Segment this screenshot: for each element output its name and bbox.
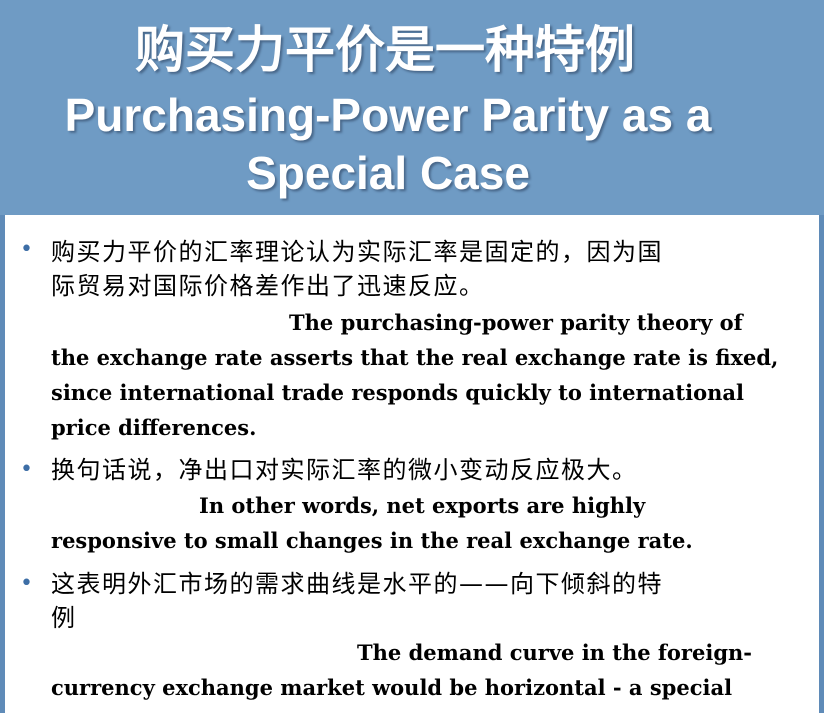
bullet-marker-1: • <box>20 237 33 262</box>
bullet-1-chinese: 购买力平价的汇率理论认为实际汇率是固定的，因为国 际贸易对国际价格差作出了迅速反… <box>51 235 811 303</box>
bullet-marker-2: • <box>20 457 33 482</box>
bullet-1-chinese-line-2: 际贸易对国际价格差作出了迅速反应。 <box>51 272 485 300</box>
slide: 购买力平价是一种特例 Purchasing-Power Parity as a … <box>0 0 824 713</box>
bullet-1-english-line-1: The purchasing-power parity theory of <box>289 310 743 335</box>
bullet-1-english-line-3: since international trade responds quick… <box>51 380 744 405</box>
bullet-1-chinese-line-1: 购买力平价的汇率理论认为实际汇率是固定的，因为国 <box>51 238 663 266</box>
bullet-1-english-line-4: price differences. <box>51 415 257 440</box>
bullet-2-chinese-line-1: 换句话说，净出口对实际汇率的微小变动反应极大。 <box>51 456 638 484</box>
bullet-marker-3: • <box>20 571 33 596</box>
bullet-3-english-line-1: The demand curve in the foreign- <box>357 640 753 665</box>
bullet-3-chinese-line-2: 例 <box>51 604 77 632</box>
slide-title-english: Purchasing-Power Parity as a Special Cas… <box>0 86 776 202</box>
bullet-3-english-line-2: currency exchange market would be horizo… <box>51 675 733 700</box>
bullet-3-english: The demand curve in the foreign- currenc… <box>51 635 819 705</box>
bullet-3-chinese: 这表明外汇市场的需求曲线是水平的——向下倾斜的特 例 <box>51 567 811 635</box>
slide-title-chinese: 购买力平价是一种特例 <box>135 21 635 79</box>
bullet-1-english: The purchasing-power parity theory of th… <box>51 305 819 445</box>
title-banner: 购买力平价是一种特例 Purchasing-Power Parity as a … <box>0 0 824 215</box>
slide-title-english-line-1: Purchasing-Power Parity as a <box>64 89 712 141</box>
bullet-2-chinese: 换句话说，净出口对实际汇率的微小变动反应极大。 <box>51 453 811 487</box>
bullet-2-english: In other words, net exports are highly r… <box>51 488 819 558</box>
slide-title-english-line-2: Special Case <box>246 147 530 199</box>
bullet-2-english-line-2: responsive to small changes in the real … <box>51 528 693 553</box>
bullet-3-chinese-line-1: 这表明外汇市场的需求曲线是水平的——向下倾斜的特 <box>51 570 663 598</box>
bullet-1-english-line-2: the exchange rate asserts that the real … <box>51 345 779 370</box>
bullet-2-english-line-1: In other words, net exports are highly <box>199 493 646 518</box>
content-area: • 购买力平价的汇率理论认为实际汇率是固定的，因为国 际贸易对国际价格差作出了迅… <box>0 215 824 713</box>
